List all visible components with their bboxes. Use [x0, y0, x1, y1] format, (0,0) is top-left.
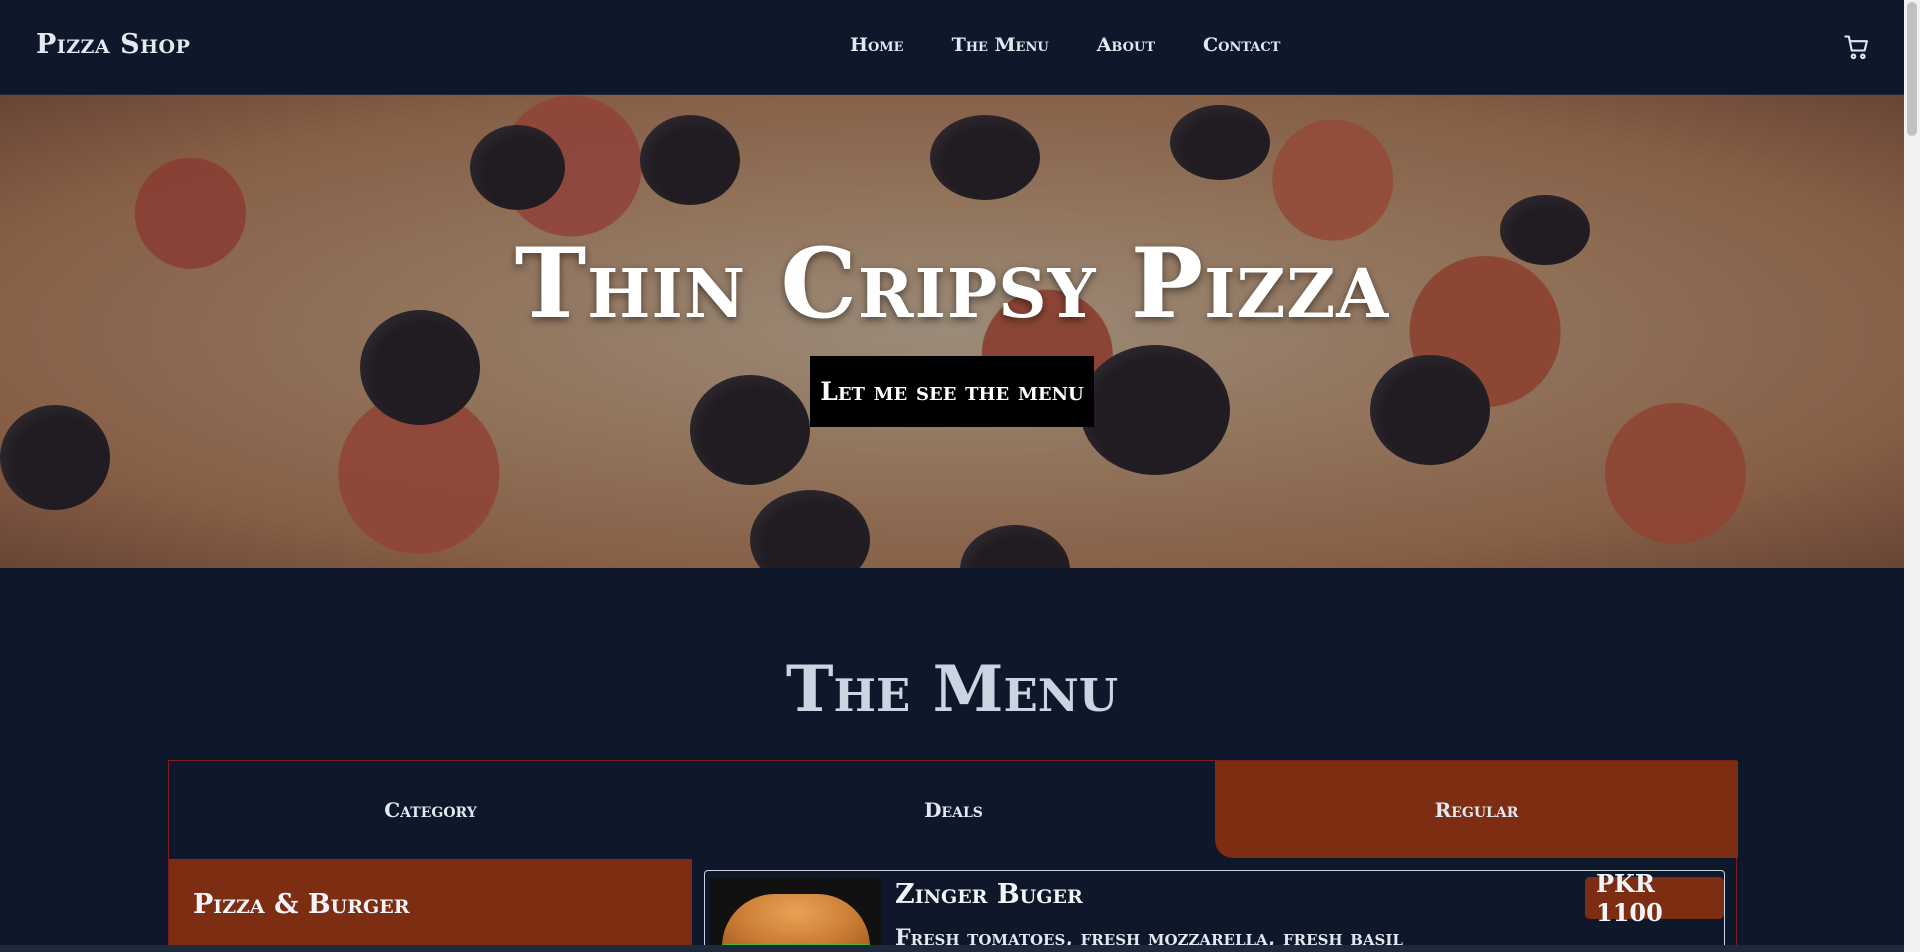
item-name: Zinger Buger	[895, 879, 1083, 910]
nav-link-contact[interactable]: Contact	[1203, 34, 1280, 56]
nav-link-home[interactable]: Home	[850, 34, 904, 56]
hero-banner: Thin Cripsy Pizza Let me see the menu	[0, 95, 1904, 568]
scrollbar-thumb[interactable]	[1907, 2, 1917, 136]
brand-logo[interactable]: Pizza Shop	[36, 29, 190, 60]
price-badge: PKR 1100	[1585, 869, 1724, 927]
scrollbar[interactable]	[1904, 0, 1920, 952]
nav-links: Home The Menu About Contact	[850, 34, 1280, 56]
tab-category[interactable]: Category	[169, 761, 692, 858]
cart-icon[interactable]	[1843, 33, 1871, 61]
burger-image	[710, 878, 882, 952]
menu-item-card[interactable]: Zinger Buger Fresh tomatoes, fresh mozza…	[704, 869, 1725, 952]
menu-panel: Category Deals Regular Pizza & Burger Zi…	[168, 760, 1738, 952]
bottom-edge	[0, 945, 1904, 952]
tab-regular[interactable]: Regular	[1215, 761, 1738, 858]
see-menu-button[interactable]: Let me see the menu	[810, 356, 1094, 427]
nav-link-the-menu[interactable]: The Menu	[952, 34, 1049, 56]
hero-title: Thin Cripsy Pizza	[514, 227, 1390, 340]
nav-link-about[interactable]: About	[1097, 34, 1155, 56]
category-item-pizza-burger[interactable]: Pizza & Burger	[169, 859, 692, 952]
tab-deals[interactable]: Deals	[692, 761, 1215, 858]
navbar: Pizza Shop Home The Menu About Contact	[0, 0, 1904, 95]
menu-heading: The Menu	[785, 652, 1119, 727]
